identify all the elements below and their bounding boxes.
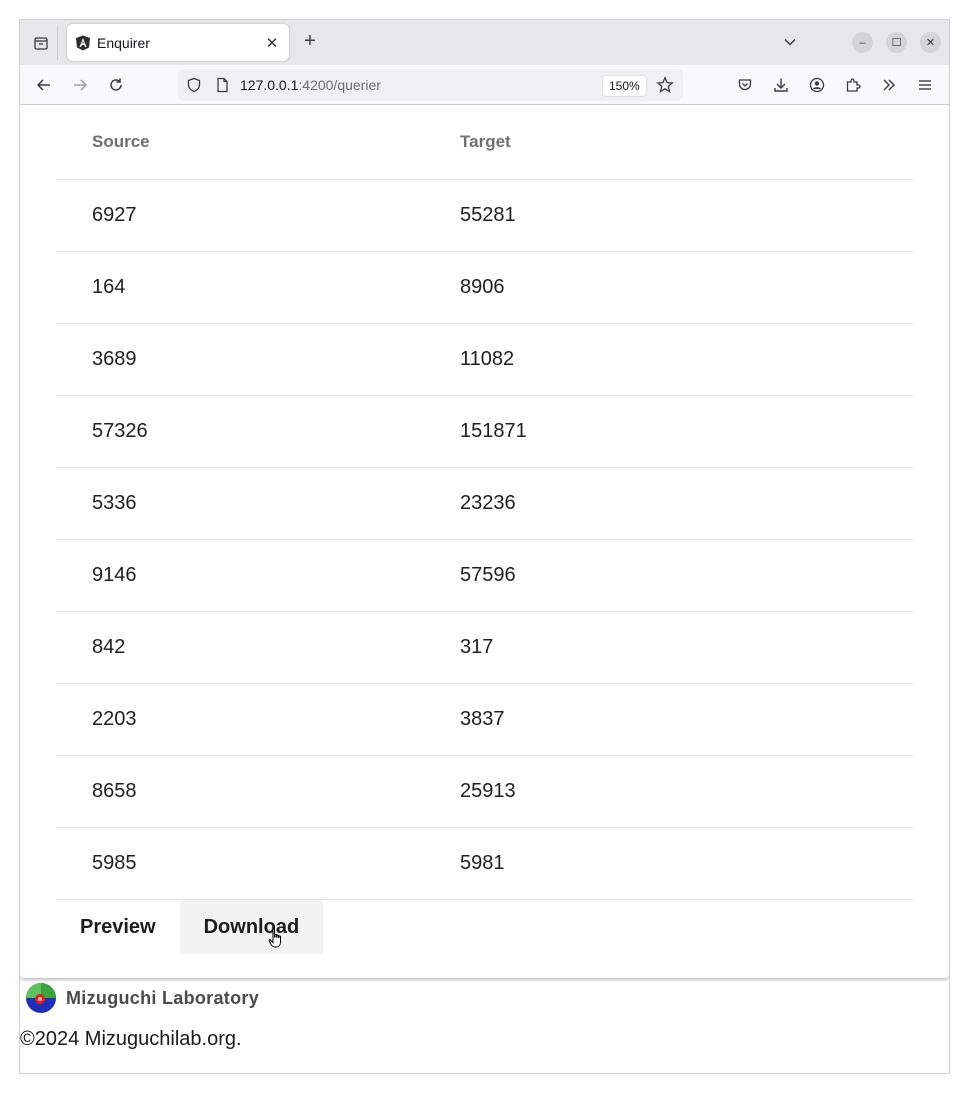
close-window-button[interactable]: ✕ [920,32,941,53]
source-cell: 164 [56,251,424,324]
target-cell: 55281 [424,179,913,252]
column-header-target[interactable]: Target [424,105,913,180]
table-row: 2203 3837 [56,683,913,756]
url-text: 127.0.0.1:4200/querier [240,77,381,93]
target-cell: 57596 [424,539,913,612]
source-cell: 5985 [56,827,424,900]
tab-groups-icon[interactable] [24,26,58,60]
table-row: 57326 151871 [56,395,913,468]
tab-title: Enquirer [97,34,150,51]
chevron-down-icon[interactable] [778,30,802,54]
tab-enquirer[interactable]: Enquirer ✕ [67,24,289,61]
results-card: Source Target 6927 55281 164 8906 3689 1108… [20,105,949,978]
menu-icon[interactable] [913,73,937,97]
forward-icon[interactable] [68,73,92,97]
zoom-level-badge[interactable]: 150% [602,75,647,97]
target-cell: 11082 [424,323,913,396]
table-row: 5336 23236 [56,467,913,540]
hand-pointer-icon [268,928,281,948]
target-cell: 317 [424,611,913,684]
source-cell: 57326 [56,395,424,468]
source-cell: 5336 [56,467,424,540]
table-row: 8658 25913 [56,755,913,828]
mizuguchi-lab-logo-icon [26,983,56,1013]
table-header-row: Source Target [56,105,913,180]
extensions-icon[interactable] [841,73,865,97]
lab-name: Mizuguchi Laboratory [66,987,260,1008]
account-icon[interactable] [805,73,829,97]
reload-icon[interactable] [104,73,128,97]
table-row: 842 317 [56,611,913,684]
navigation-toolbar: 127.0.0.1:4200/querier 150% [20,65,949,105]
results-table: Source Target 6927 55281 164 8906 3689 1108… [56,105,913,900]
target-cell: 8906 [424,251,913,324]
page-icon[interactable] [214,77,230,93]
new-tab-button[interactable]: + [298,30,322,54]
tab-strip: Enquirer ✕ + – ☐ ✕ [20,20,949,65]
bookmark-star-icon[interactable] [656,76,674,94]
source-cell: 8658 [56,755,424,828]
target-cell: 151871 [424,395,913,468]
source-cell: 3689 [56,323,424,396]
target-cell: 23236 [424,467,913,540]
table-row: 9146 57596 [56,539,913,612]
back-icon[interactable] [32,73,56,97]
shield-icon[interactable] [186,77,202,93]
lab-logo[interactable]: Mizuguchi Laboratory [24,981,259,1015]
download-button[interactable]: Download [179,900,324,954]
source-cell: 2203 [56,683,424,756]
table-row: 6927 55281 [56,179,913,252]
angular-icon [76,35,90,50]
maximize-button[interactable]: ☐ [886,32,907,53]
source-cell: 9146 [56,539,424,612]
table-row: 3689 11082 [56,323,913,396]
table-row: 164 8906 [56,251,913,324]
target-cell: 3837 [424,683,913,756]
table-row: 5985 5981 [56,827,913,900]
overflow-chevrons-icon[interactable] [877,73,901,97]
target-cell: 25913 [424,755,913,828]
pocket-icon[interactable] [733,73,757,97]
preview-button[interactable]: Preview [56,900,180,954]
download-icon[interactable] [769,73,793,97]
target-cell: 5981 [424,827,913,900]
page-content: Source Target 6927 55281 164 8906 3689 1108… [20,105,949,1073]
source-cell: 6927 [56,179,424,252]
source-cell: 842 [56,611,424,684]
copyright-text: ©2024 Mizuguchilab.org. [20,1028,242,1050]
browser-window: Enquirer ✕ + – ☐ ✕ 127.0.0.1:4200/querie… [19,19,950,1074]
address-bar[interactable]: 127.0.0.1:4200/querier 150% [178,69,683,101]
minimize-button[interactable]: – [852,32,873,53]
tab-close-icon[interactable]: ✕ [263,34,281,52]
column-header-source[interactable]: Source [56,105,424,180]
